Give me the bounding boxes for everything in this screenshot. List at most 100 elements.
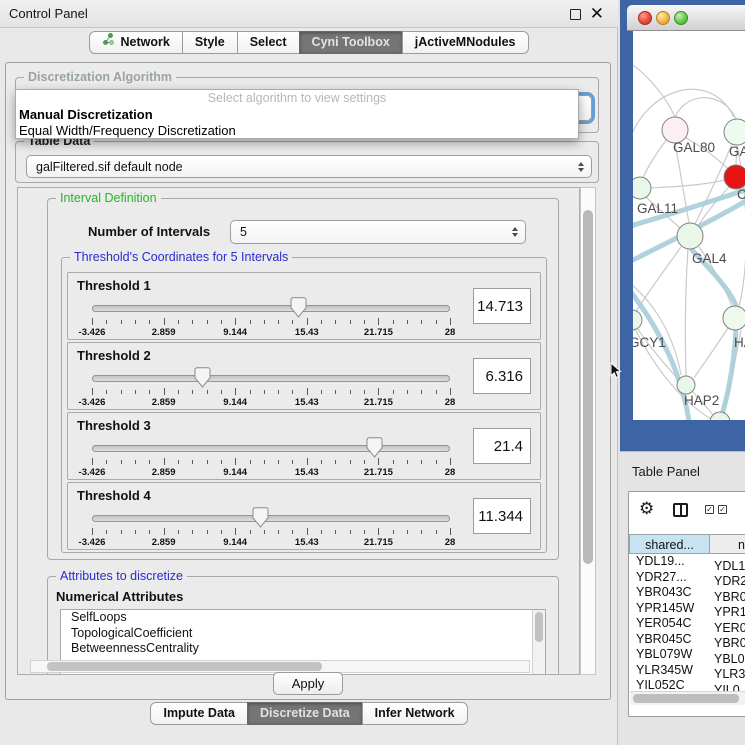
apply-button[interactable]: Apply: [273, 672, 343, 695]
node-mid-right[interactable]: [723, 306, 745, 330]
node-gal11[interactable]: [633, 177, 651, 199]
threshold-slider[interactable]: -3.4262.8599.14415.4321.71528: [92, 437, 450, 479]
close-icon[interactable]: ✕: [590, 3, 604, 25]
threshold-value-field[interactable]: 21.4: [473, 428, 531, 464]
thresholds-group: Threshold's Coordinates for 5 Intervals …: [61, 257, 547, 553]
node-label-gal4: GAL4: [692, 251, 727, 266]
zoom-traffic-light-icon[interactable]: [674, 11, 688, 25]
network-canvas[interactable]: GAL80GACGAL11GAL4GCY1HAHAP2: [633, 31, 745, 420]
tab-infer-network[interactable]: Infer Network: [362, 702, 468, 725]
node-gcy1[interactable]: [633, 310, 642, 330]
threshold-label: Threshold 3: [77, 418, 151, 433]
tab-impute-data[interactable]: Impute Data: [150, 702, 248, 725]
number-of-intervals-combobox[interactable]: 5: [230, 220, 526, 244]
threshold-label: Threshold 2: [77, 348, 151, 363]
group-title: Interval Definition: [56, 191, 161, 205]
cell-shared-name: YPR145W: [629, 601, 711, 617]
table-row[interactable]: YDL19...YDL1: [629, 554, 745, 570]
threshold-value-field[interactable]: 6.316: [473, 358, 531, 394]
panel-title: Control Panel: [9, 6, 88, 21]
slider-handle[interactable]: [366, 437, 383, 458]
dropdown-option-equal-width[interactable]: Equal Width/Frequency Discretization: [16, 123, 578, 139]
float-window-icon[interactable]: [570, 9, 581, 20]
node-label-ga: GA: [729, 144, 745, 159]
cell-shared-name: YLR345W: [629, 663, 711, 679]
slider-tick-labels: -3.4262.8599.14415.4321.71528: [92, 397, 450, 409]
cell-shared-name: YBR045C: [629, 632, 711, 648]
cell-shared-name: YER054C: [629, 616, 711, 632]
slider-track[interactable]: [92, 445, 450, 452]
threshold-slider[interactable]: -3.4262.8599.14415.4321.71528: [92, 297, 450, 339]
table-row[interactable]: YDR27...YDR2: [629, 570, 745, 586]
table-row[interactable]: YPR145WYPR1: [629, 601, 745, 617]
settings-scroll-viewport: Interval Definition Number of Intervals …: [17, 187, 580, 675]
slider-tick-labels: -3.4262.8599.14415.4321.71528: [92, 327, 450, 339]
dropdown-option-manual[interactable]: Manual Discretization: [16, 107, 578, 123]
threshold-slider[interactable]: -3.4262.8599.14415.4321.71528: [92, 507, 450, 549]
table-header-row: shared... n: [629, 534, 745, 554]
threshold-label: Threshold 4: [77, 488, 151, 503]
node-label-hap2: HAP2: [684, 393, 719, 408]
attribute-list-item[interactable]: TopologicalCoefficient: [61, 626, 545, 642]
cell-shared-name: YIL052C: [629, 678, 711, 691]
number-of-intervals-label: Number of Intervals: [88, 224, 210, 239]
vertical-scrollbar[interactable]: [580, 187, 596, 675]
column-header-shared[interactable]: shared...: [629, 534, 710, 554]
table-row[interactable]: YBR043CYBR0: [629, 585, 745, 601]
tab-jactivemnodules[interactable]: jActiveMNodules: [402, 31, 529, 54]
table-row[interactable]: YBL079WYBL0: [629, 647, 745, 663]
tab-select[interactable]: Select: [237, 31, 300, 54]
combobox-value: 5: [240, 225, 247, 239]
table-row[interactable]: YER054CYER0: [629, 616, 745, 632]
table-horizontal-scrollbar[interactable]: [630, 691, 745, 705]
threshold-slider[interactable]: -3.4262.8599.14415.4321.71528: [92, 367, 450, 409]
minimize-traffic-light-icon[interactable]: [656, 11, 670, 25]
table-row[interactable]: YLR345WYLR3: [629, 663, 745, 679]
checkbox-icon[interactable]: ✓: [718, 505, 727, 514]
tab-style[interactable]: Style: [182, 31, 238, 54]
slider-track[interactable]: [92, 375, 450, 382]
list-vertical-scrollbar[interactable]: [532, 610, 545, 675]
node-red[interactable]: [724, 165, 745, 189]
tab-label: Cyni Toolbox: [312, 32, 390, 53]
column-header-name[interactable]: n: [710, 534, 745, 554]
threshold-value-field[interactable]: 11.344: [473, 498, 531, 534]
table-rows: YDL19...YDL1YDR27...YDR2YBR043CYBR0YPR14…: [629, 554, 745, 691]
attribute-list-item[interactable]: SelfLoops: [61, 610, 545, 626]
scrollbar-thumb[interactable]: [633, 694, 739, 703]
node-label-gal11: GAL11: [637, 201, 678, 216]
tab-label: Infer Network: [375, 703, 455, 724]
table-data-combobox[interactable]: galFiltered.sif default node: [26, 155, 592, 178]
tab-discretize-data[interactable]: Discretize Data: [247, 702, 363, 725]
tab-cyni-toolbox[interactable]: Cyni Toolbox: [299, 31, 403, 54]
cyni-toolbox-content: Discretization Algorithm Select algorith…: [5, 62, 611, 700]
node-label-gal80: GAL80: [673, 140, 715, 155]
network-window-titlebar[interactable]: [627, 5, 745, 31]
scrollbar-thumb[interactable]: [47, 662, 322, 671]
slider-track[interactable]: [92, 305, 450, 312]
close-traffic-light-icon[interactable]: [638, 11, 652, 25]
node-gal4[interactable]: [677, 223, 703, 249]
threshold-value-field[interactable]: 14.713: [473, 288, 531, 324]
split-columns-icon[interactable]: [673, 503, 688, 517]
attribute-list-item[interactable]: BetweennessCentrality: [61, 641, 545, 657]
slider-track[interactable]: [92, 515, 450, 522]
slider-handle[interactable]: [252, 507, 269, 528]
scrollbar-thumb[interactable]: [583, 210, 593, 564]
control-panel-titlebar: Control Panel ✕: [0, 0, 618, 28]
tab-label: Style: [195, 32, 225, 53]
slider-handle[interactable]: [194, 367, 211, 388]
table-row[interactable]: YBR045CYBR0: [629, 632, 745, 648]
node-bottom[interactable]: [710, 412, 730, 420]
table-row[interactable]: YIL052CYIL0: [629, 678, 745, 691]
node-top-right[interactable]: [724, 119, 745, 145]
group-title: Discretization Algorithm: [24, 70, 176, 84]
node-hap2[interactable]: [677, 376, 695, 394]
threshold-panel: Threshold 3 -3.4262.8599.14415.4321.7152…: [67, 412, 541, 480]
scrollbar-thumb[interactable]: [535, 612, 543, 642]
gear-icon[interactable]: ⚙: [639, 499, 654, 519]
tab-network[interactable]: Network: [89, 31, 182, 54]
slider-handle[interactable]: [290, 297, 307, 318]
checkbox-icon[interactable]: ✓: [705, 505, 714, 514]
slider-ticks: [92, 528, 450, 536]
